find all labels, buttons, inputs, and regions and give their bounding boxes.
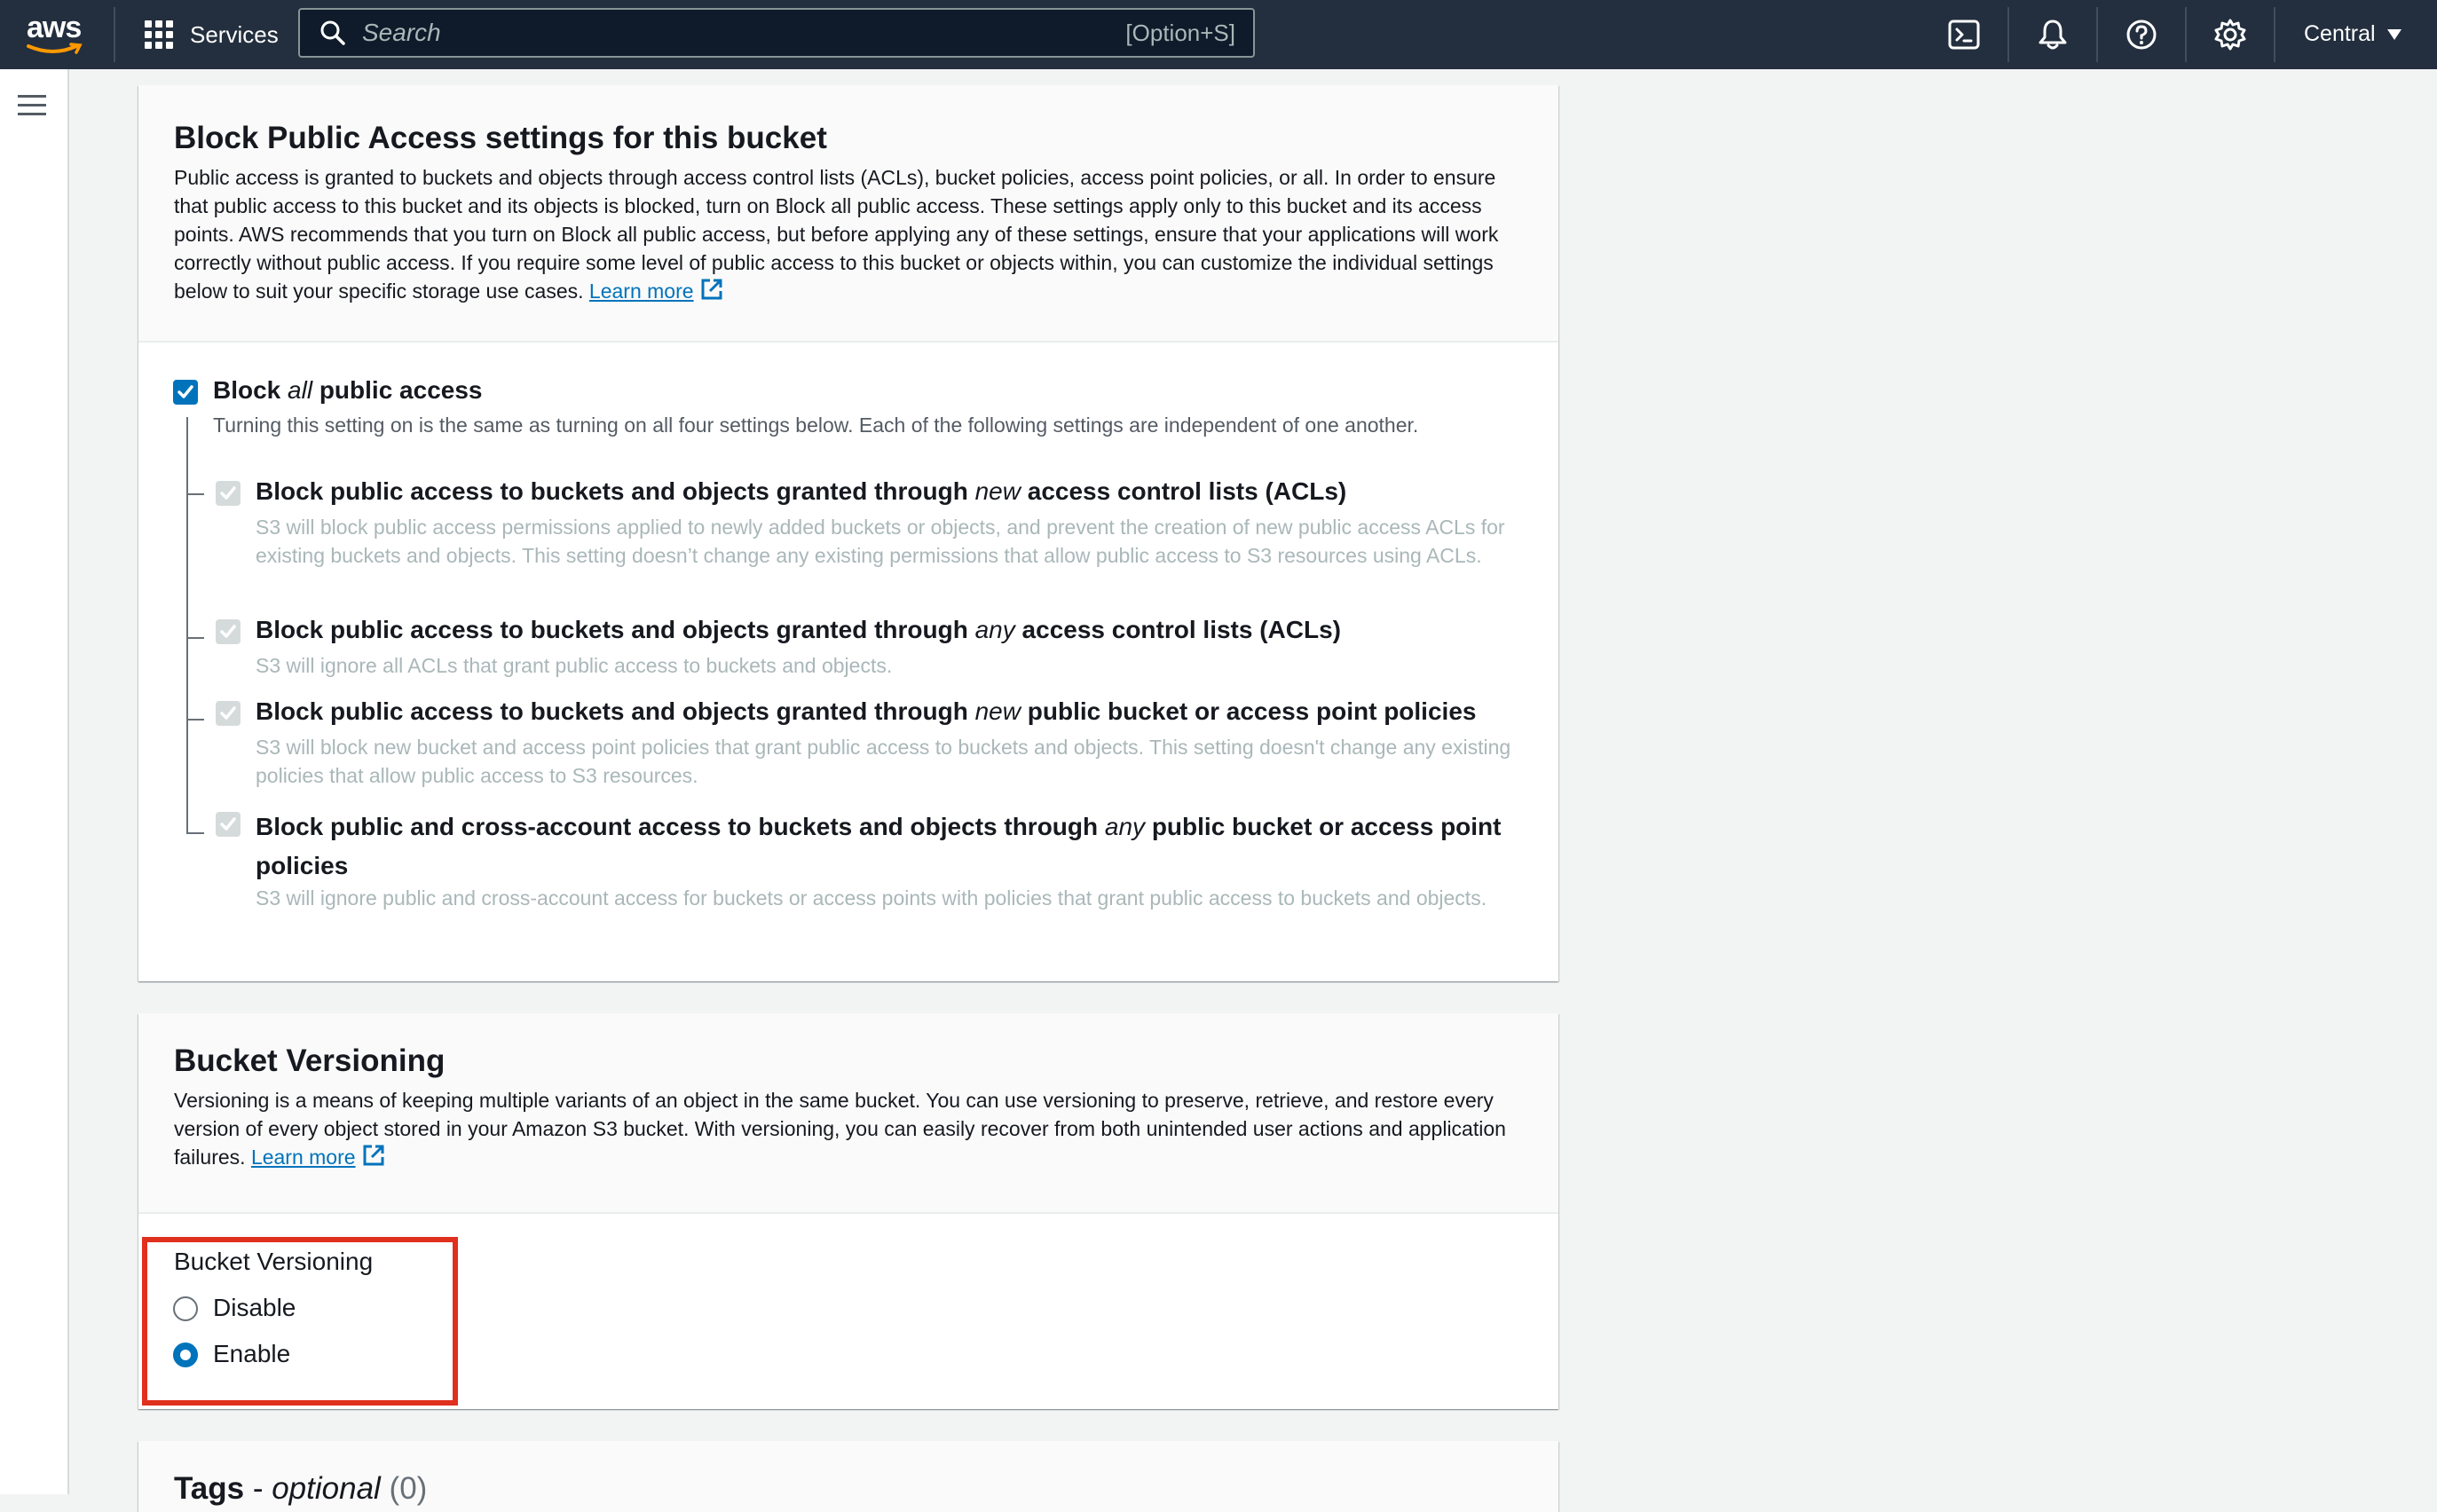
block-all-public-access-label[interactable]: Block all public access [213,376,482,405]
option-label-pre: Block public and cross-account access to… [256,813,1105,840]
tree-connector [186,637,204,639]
topbar-divider [2096,7,2098,62]
learn-more-link-text: Learn more [588,280,694,303]
caret-down-icon [2386,28,2402,40]
option-label-emphasis: new [974,477,1021,505]
block-new-acls-label: Block public access to buckets and objec… [256,477,1346,506]
tags-header: Tags - optional (0) [138,1441,1558,1512]
search-box[interactable]: [Option+S] [298,8,1255,58]
search-input[interactable] [360,18,1126,48]
block-cross-account-checkbox[interactable] [216,812,241,837]
block-all-label-emphasis: all [288,376,313,404]
block-all-label-post: public access [312,376,483,404]
option-label-emphasis: new [974,697,1021,725]
checkmark-icon [220,817,236,831]
external-link-icon[interactable] [699,277,724,302]
topbar-divider [2185,7,2187,62]
block-public-access-description: Public access is granted to buckets and … [174,163,1523,305]
block-public-access-header: Block Public Access settings for this bu… [138,85,1558,343]
tags-title-text: Tags [174,1471,245,1506]
search-shortcut-hint: [Option+S] [1125,19,1235,46]
block-new-policies-label: Block public access to buckets and objec… [256,697,1476,726]
aws-logo[interactable]: aws [27,12,83,57]
block-all-label-pre: Block [213,376,288,404]
option-label-emphasis: any [1104,813,1146,840]
topbar-divider [114,7,115,62]
region-selector[interactable]: Central [2304,21,2402,47]
topbar-divider [2274,7,2275,62]
tree-connector [186,493,204,495]
option-label-post: access control lists (ACLs) [1020,477,1347,505]
services-menu-button[interactable]: Services [144,20,279,50]
learn-more-link-text: Learn more [250,1146,356,1169]
search-icon [320,20,345,45]
bucket-versioning-header: Bucket Versioning Versioning is a means … [138,1013,1558,1214]
block-public-access-description-text: Public access is granted to buckets and … [174,166,1499,303]
tags-count: (0) [389,1471,428,1506]
block-new-acls-description: S3 will block public access permissions … [256,516,1505,567]
aws-smile-icon [27,43,83,54]
block-new-policies-checkbox[interactable] [216,701,241,726]
bell-icon[interactable] [2036,18,2070,51]
checkmark-icon [220,706,236,720]
block-public-access-title: Block Public Access settings for this bu… [174,121,827,155]
cloudshell-icon[interactable] [1947,18,1981,51]
option-label-pre: Block public access to buckets and objec… [256,616,975,643]
option-label-post: access control lists (ACLs) [1014,616,1341,643]
topbar-divider [2007,7,2009,62]
tree-connector [186,719,204,721]
tree-connector-vertical [186,417,188,834]
block-cross-account-label: Block public and cross-account access to… [256,807,1525,886]
block-all-description: Turning this setting on is the same as t… [213,413,1419,437]
side-navigation-collapsed [0,69,69,1494]
services-label: Services [190,20,279,48]
highlight-box [142,1237,458,1406]
learn-more-link[interactable]: Learn more [251,1146,356,1169]
tags-optional-label: optional [272,1471,381,1506]
external-link-icon[interactable] [361,1143,386,1168]
tags-title: Tags - optional (0) [174,1471,1523,1507]
bucket-versioning-description: Versioning is a means of keeping multipl… [174,1086,1523,1171]
block-new-policies-description: S3 will block new bucket and access poin… [256,736,1511,787]
checkmark-icon [220,486,236,500]
aws-logo-text: aws [27,11,82,44]
block-any-acls-checkbox[interactable] [216,619,241,644]
block-new-acls-checkbox[interactable] [216,481,241,506]
block-cross-account-description: S3 will ignore public and cross-account … [256,886,1487,910]
grid-icon [145,20,173,49]
tree-connector [186,832,204,834]
checkmark-icon [220,625,236,638]
option-label-pre: Block public access to buckets and objec… [256,697,975,725]
gear-icon[interactable] [2213,18,2247,51]
block-all-public-access-checkbox[interactable] [173,380,198,405]
tags-panel: Tags - optional (0) [138,1441,1558,1512]
help-icon[interactable] [2125,18,2158,51]
option-label-pre: Block public access to buckets and objec… [256,477,975,505]
region-label: Central [2304,21,2376,46]
top-navigation-bar: aws Services [Option+S] [0,0,2437,69]
option-label-emphasis: any [974,616,1015,643]
checkmark-icon [177,385,193,398]
block-any-acls-label: Block public access to buckets and objec… [256,616,1341,644]
bucket-versioning-title: Bucket Versioning [174,1043,446,1078]
learn-more-link[interactable]: Learn more [589,280,694,303]
hamburger-menu-icon[interactable] [18,94,46,117]
option-label-post: public bucket or access point policies [1020,697,1477,725]
tags-title-dash: - [244,1471,272,1506]
block-any-acls-description: S3 will ignore all ACLs that grant publi… [256,654,893,677]
